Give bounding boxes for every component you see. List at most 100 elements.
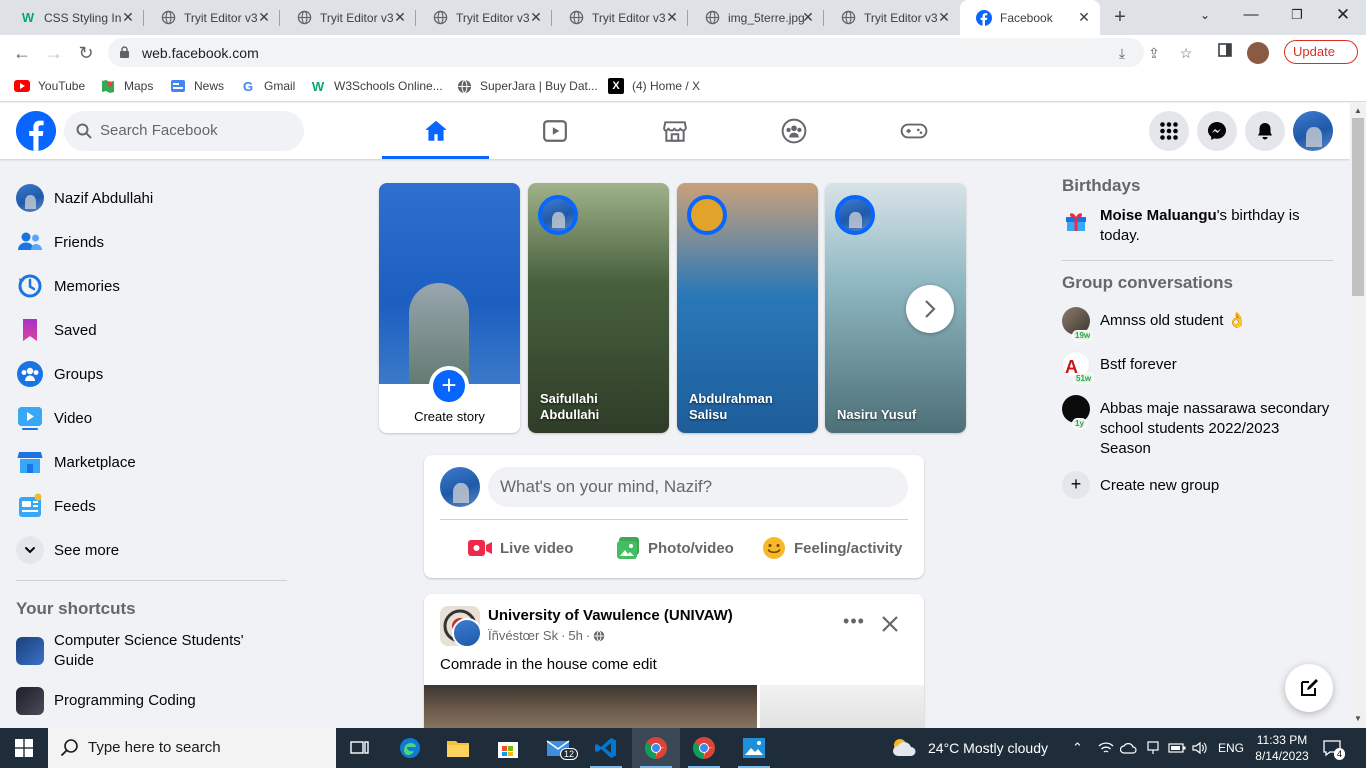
clock[interactable]: 11:33 PM 8/14/2023 [1254, 732, 1310, 764]
nav-tab-groups[interactable] [740, 103, 847, 159]
tab-search-icon[interactable]: ⌄ [1182, 0, 1228, 30]
scrollbar-thumb[interactable] [1352, 118, 1364, 296]
browser-tab-active[interactable]: Facebook ✕ [960, 0, 1100, 35]
store-icon[interactable] [484, 728, 532, 768]
sidebar-item-see-more[interactable]: See more [8, 528, 298, 572]
stories-next-button[interactable] [906, 285, 954, 333]
create-story-card[interactable]: + Create story [379, 183, 520, 433]
group-conversation-item[interactable]: A 51w Bstf forever [1054, 345, 1340, 389]
nav-tab-video[interactable] [501, 103, 608, 159]
file-explorer-icon[interactable] [434, 728, 482, 768]
post-image[interactable] [760, 685, 924, 734]
new-message-button[interactable] [1285, 664, 1333, 712]
close-tab-icon[interactable]: ✕ [528, 9, 544, 25]
nav-tab-gaming[interactable] [860, 103, 967, 159]
create-new-group-button[interactable]: + Create new group [1054, 465, 1340, 505]
shortcut-item[interactable]: Programming Coding [8, 679, 298, 723]
post-author[interactable]: Ïñvéstœr Sk [488, 628, 558, 643]
sidebar-item-friends[interactable]: Friends [8, 220, 298, 264]
tray-overflow-icon[interactable]: ⌃ [1072, 728, 1083, 768]
close-tab-icon[interactable]: ✕ [256, 9, 272, 25]
scroll-up-icon[interactable]: ▲ [1350, 104, 1366, 118]
birthday-name[interactable]: Moise Maluangu [1100, 207, 1217, 224]
sidebar-item-groups[interactable]: Groups [8, 352, 298, 396]
browser-tab[interactable]: Tryit Editor v3 ✕ [144, 0, 280, 35]
edge-icon[interactable] [386, 728, 434, 768]
vscode-icon[interactable] [582, 728, 630, 768]
sidebar-item-saved[interactable]: Saved [8, 308, 298, 352]
side-panel-icon[interactable] [1214, 42, 1236, 64]
photos-icon[interactable] [730, 728, 778, 768]
facebook-logo[interactable] [16, 111, 56, 151]
photo-video-button[interactable]: Photo/video [616, 533, 734, 563]
install-icon[interactable]: ⤓ [1112, 43, 1132, 63]
share-icon[interactable]: ⇪ [1144, 43, 1164, 63]
close-tab-icon[interactable]: ✕ [120, 9, 136, 25]
group-conversation-item[interactable]: 19w Amnss old student 👌 [1054, 301, 1340, 345]
chrome-icon[interactable] [632, 728, 680, 768]
fb-search-input[interactable]: Search Facebook [64, 111, 304, 151]
post-time[interactable]: 5h [568, 628, 582, 643]
battery-icon[interactable] [1168, 728, 1186, 768]
update-button[interactable]: Update [1284, 40, 1358, 64]
close-tab-icon[interactable]: ✕ [936, 9, 952, 25]
story-card[interactable]: Saifullahi Abdullahi [528, 183, 669, 433]
post-image[interactable] [424, 685, 757, 734]
close-window-button[interactable]: ✕ [1320, 0, 1366, 30]
sidebar-item-memories[interactable]: Memories [8, 264, 298, 308]
bookmark-item[interactable]: News [170, 76, 224, 96]
browser-tab[interactable]: Tryit Editor v3 ✕ [824, 0, 960, 35]
sidebar-item-feeds[interactable]: Feeds [8, 484, 298, 528]
bookmark-item[interactable]: Maps [100, 76, 153, 96]
bookmark-item[interactable]: W W3Schools Online... [310, 76, 443, 96]
reload-icon[interactable]: ↻ [73, 40, 99, 66]
birthday-item[interactable]: Moise Maluangu's birthday is today. [1054, 196, 1340, 246]
maximize-button[interactable]: ❐ [1274, 0, 1320, 30]
browser-tab[interactable]: W CSS Styling In ✕ [4, 0, 144, 35]
bookmark-item[interactable]: X (4) Home / X [608, 76, 700, 96]
address-bar[interactable]: web.facebook.com ⤓ ⇪ ☆ [108, 38, 1192, 67]
menu-grid-button[interactable] [1149, 111, 1189, 151]
close-icon[interactable] [876, 610, 904, 638]
profile-avatar[interactable] [1247, 42, 1269, 64]
sidebar-item-marketplace[interactable]: Marketplace [8, 440, 298, 484]
browser-tab[interactable]: img_5terre.jpg ✕ [688, 0, 824, 35]
bookmark-star-icon[interactable]: ☆ [1176, 43, 1196, 63]
messenger-button[interactable] [1197, 111, 1237, 151]
url-text[interactable]: web.facebook.com [142, 45, 259, 61]
author-avatar[interactable] [452, 618, 482, 648]
bookmark-item[interactable]: SuperJara | Buy Dat... [456, 76, 598, 96]
mail-icon[interactable]: 12 [534, 728, 582, 768]
more-options-icon[interactable]: ••• [840, 610, 868, 638]
start-button[interactable] [0, 728, 48, 768]
browser-tab[interactable]: Tryit Editor v3 ✕ [416, 0, 552, 35]
bookmark-item[interactable]: G Gmail [240, 76, 295, 96]
minimize-button[interactable]: — [1228, 0, 1274, 30]
close-tab-icon[interactable]: ✕ [664, 9, 680, 25]
nav-tab-home[interactable] [382, 103, 489, 159]
scroll-down-icon[interactable]: ▼ [1350, 712, 1366, 726]
new-tab-button[interactable]: + [1109, 6, 1131, 28]
browser-tab[interactable]: Tryit Editor v3 ✕ [552, 0, 688, 35]
back-icon[interactable]: ← [9, 40, 35, 66]
live-video-button[interactable]: Live video [468, 533, 573, 563]
sidebar-item-video[interactable]: Video [8, 396, 298, 440]
post-group-name[interactable]: University of Vawulence (UNIVAW) [488, 607, 733, 624]
weather-widget[interactable]: 24°C Mostly cloudy [890, 728, 1048, 768]
forward-icon[interactable]: → [41, 40, 67, 66]
chrome-icon[interactable] [680, 728, 728, 768]
taskbar-search[interactable]: Type here to search [48, 728, 336, 768]
wifi-icon[interactable] [1098, 728, 1114, 768]
notifications-button[interactable] [1245, 111, 1285, 151]
onedrive-icon[interactable] [1120, 728, 1138, 768]
task-view-icon[interactable] [336, 728, 384, 768]
close-tab-icon[interactable]: ✕ [1076, 9, 1092, 25]
notification-center-icon[interactable]: 4 [1322, 728, 1346, 768]
bookmark-item[interactable]: YouTube [14, 76, 85, 96]
shortcut-item[interactable]: Computer Science Students' Guide [8, 629, 298, 673]
composer-input[interactable]: What's on your mind, Nazif? [488, 467, 908, 507]
story-card[interactable]: Abdulrahman Salisu [677, 183, 818, 433]
volume-icon[interactable] [1192, 728, 1208, 768]
browser-tab[interactable]: Tryit Editor v3 ✕ [280, 0, 416, 35]
nav-tab-marketplace[interactable] [621, 103, 728, 159]
